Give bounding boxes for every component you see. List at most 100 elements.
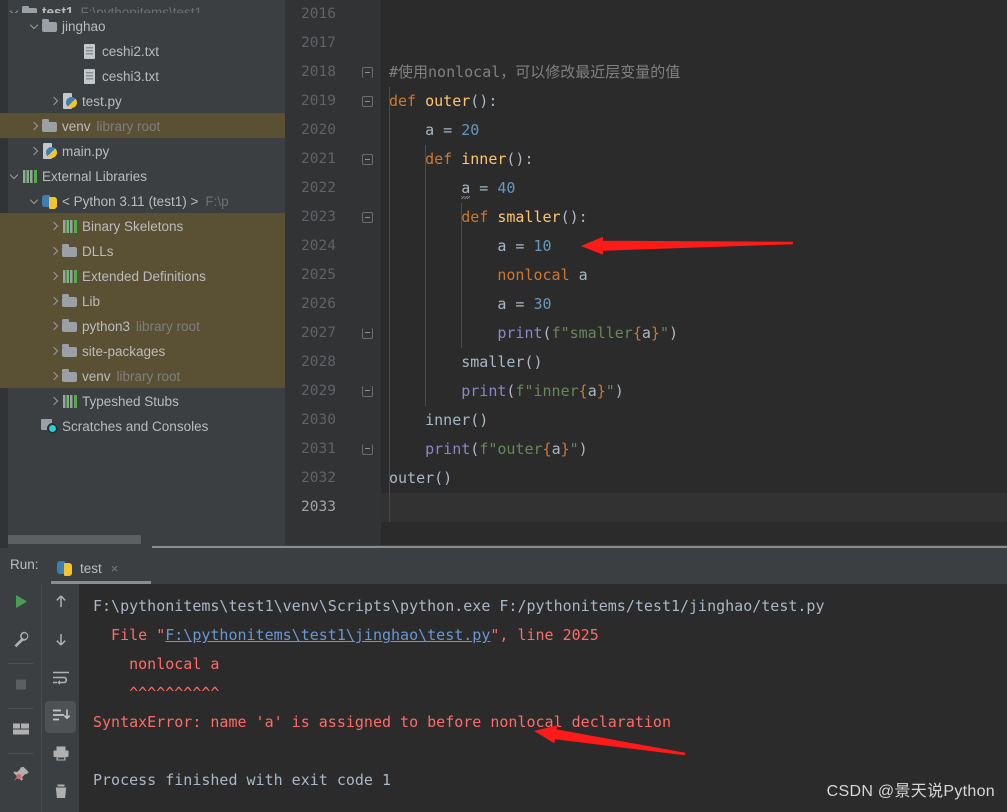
line-number: 2027 (285, 319, 381, 348)
code-line[interactable]: print(f"inner{a}") (381, 377, 1007, 406)
line-number: 2017 (301, 35, 336, 51)
fold-marker[interactable] (362, 96, 373, 107)
chevron-right-icon[interactable] (48, 264, 61, 289)
code-line[interactable]: #使用nonlocal，可以修改最近层变量的值 (381, 58, 1007, 87)
fold-marker[interactable] (362, 212, 373, 223)
tree-item-lib[interactable]: Lib (0, 288, 285, 313)
tree-item-scratches-and-consoles[interactable]: Scratches and Consoles (0, 413, 285, 438)
run-tool-window[interactable]: Run: test × F:\pythonitems\test1\venv\Sc… (0, 546, 1007, 812)
run-right-toolbar[interactable] (41, 584, 79, 812)
tree-item-venv[interactable]: venv library root (0, 363, 285, 388)
tree-item-venv[interactable]: venv library root (0, 113, 285, 138)
code-editor[interactable]: 2016 2017 2018 2019 2020 2021 2022 2023 2024 2025… (285, 0, 1007, 548)
code-line[interactable] (381, 493, 1007, 522)
close-icon[interactable]: × (111, 562, 119, 575)
tree-item-dlls[interactable]: DLLs (0, 238, 285, 263)
code-line[interactable]: outer() (381, 464, 1007, 493)
soft-wrap-button[interactable] (42, 660, 79, 698)
chevron-down-icon[interactable] (28, 189, 41, 214)
project-tree-panel[interactable]: test1 F:\pythonitems\test1 jinghao ceshi2.t… (0, 0, 285, 548)
code-line[interactable] (381, 29, 1007, 58)
tree-item-extended-definitions[interactable]: Extended Definitions (0, 263, 285, 288)
fold-marker[interactable] (362, 67, 373, 78)
wrench-icon (11, 630, 31, 653)
clear-all-button[interactable] (42, 774, 79, 812)
fold-marker[interactable] (362, 154, 373, 165)
chevron-down-icon[interactable] (28, 14, 41, 39)
arrow-up-icon (52, 593, 70, 614)
tree-item-typeshed-stubs[interactable]: Typeshed Stubs (0, 388, 285, 413)
editor-code-area[interactable]: #使用nonlocal，可以修改最近层变量的值 def outer(): a = … (381, 0, 1007, 548)
chevron-right-icon[interactable] (48, 239, 61, 264)
code-line[interactable]: inner() (381, 406, 1007, 435)
chevron-right-icon[interactable] (48, 89, 61, 114)
tree-item-ceshi3-txt[interactable]: ceshi3.txt (0, 63, 285, 88)
code-line[interactable]: print(f"outer{a}") (381, 435, 1007, 464)
scrollbar-thumb[interactable] (8, 535, 141, 544)
code-line[interactable]: def smaller(): (381, 203, 1007, 232)
line-number: 2018 (285, 58, 381, 87)
tree-item-test-py[interactable]: test.py (0, 88, 285, 113)
line-number: 2028 (301, 354, 336, 370)
code-line[interactable]: nonlocal a (381, 261, 1007, 290)
fold-marker[interactable] (362, 386, 373, 397)
folder-icon (61, 339, 79, 364)
chevron-right-icon[interactable] (48, 289, 61, 314)
project-tree[interactable]: test1 F:\pythonitems\test1 jinghao ceshi2.t… (0, 0, 285, 438)
console-file-link[interactable]: F:\pythonitems\test1\jinghao\test.py (165, 626, 490, 644)
code-token: print (461, 382, 507, 400)
run-left-toolbar[interactable] (0, 584, 41, 812)
code-line[interactable]: a = 40 (381, 174, 1007, 203)
inspection-squiggle (461, 196, 471, 199)
tree-item-test1[interactable]: test1 F:\pythonitems\test1 (0, 0, 285, 13)
tree-item-jinghao[interactable]: jinghao (0, 13, 285, 38)
chevron-right-icon[interactable] (48, 214, 61, 239)
fold-marker[interactable] (362, 444, 373, 455)
code-line[interactable]: a = 10 (381, 232, 1007, 261)
chevron-right-icon[interactable] (48, 339, 61, 364)
rerun-button[interactable] (0, 584, 41, 622)
chevron-right-icon[interactable] (28, 139, 41, 164)
code-line[interactable]: a = 20 (381, 116, 1007, 145)
tree-item-python-3-11-test1[interactable]: < Python 3.11 (test1) > F:\p (0, 188, 285, 213)
chevron-right-icon[interactable] (48, 364, 61, 389)
code-token: " (569, 440, 579, 458)
print-button[interactable] (42, 736, 79, 774)
prev-occurrence-button[interactable] (42, 584, 79, 622)
chevron-right-icon[interactable] (48, 389, 61, 414)
run-tab-test[interactable]: test × (51, 552, 124, 584)
chevron-right-icon[interactable] (28, 114, 41, 139)
pin-tab-button[interactable] (0, 757, 41, 795)
code-line[interactable]: def outer(): (381, 87, 1007, 116)
chevron-down-icon[interactable] (8, 164, 21, 189)
console-text: File " (93, 626, 166, 644)
tree-item-binary-skeletons[interactable]: Binary Skeletons (0, 213, 285, 238)
code-token: def (461, 208, 498, 226)
scroll-to-end-button[interactable] (42, 698, 79, 736)
layout-button[interactable] (0, 712, 41, 750)
code-line[interactable]: print(f"smaller{a}") (381, 319, 1007, 348)
ide-window: test1 F:\pythonitems\test1 jinghao ceshi2.t… (0, 0, 1007, 812)
tree-item-ceshi2-txt[interactable]: ceshi2.txt (0, 38, 285, 63)
edit-configurations-button[interactable] (0, 622, 41, 660)
chevron-right-icon[interactable] (48, 314, 61, 339)
tree-item-main-py[interactable]: main.py (0, 138, 285, 163)
layout-icon (11, 722, 31, 741)
sidebar-horizontal-scrollbar[interactable] (8, 534, 285, 545)
code-line[interactable]: a = 30 (381, 290, 1007, 319)
arrow-down-icon (52, 631, 70, 652)
code-line[interactable] (381, 0, 1007, 29)
tree-item-external-libraries[interactable]: External Libraries (0, 163, 285, 188)
chevron-down-icon[interactable] (8, 0, 21, 13)
folder-icon (41, 14, 59, 39)
editor-gutter[interactable]: 2016 2017 2018 2019 2020 2021 2022 2023 2024 2025… (285, 0, 381, 548)
stop-button[interactable] (0, 667, 41, 705)
printer-icon (51, 745, 71, 766)
tree-item-site-packages[interactable]: site-packages (0, 338, 285, 363)
code-line[interactable]: smaller() (381, 348, 1007, 377)
tree-item-python3[interactable]: python3 library root (0, 313, 285, 338)
fold-marker[interactable] (362, 328, 373, 339)
code-line[interactable]: def inner(): (381, 145, 1007, 174)
next-occurrence-button[interactable] (42, 622, 79, 660)
